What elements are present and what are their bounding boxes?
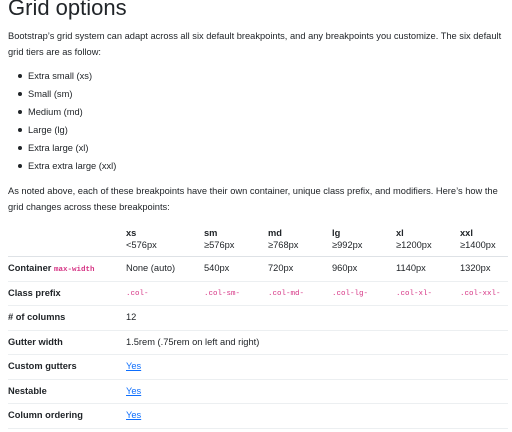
- list-item: Extra extra large (xxl): [18, 157, 508, 175]
- bullet-icon: [18, 146, 22, 150]
- list-item: Medium (md): [18, 103, 508, 121]
- list-item: Extra small (xs): [18, 67, 508, 85]
- list-item: Large (lg): [18, 121, 508, 139]
- max-width-code: max-width: [53, 265, 95, 274]
- table-cell: 540px: [204, 256, 268, 282]
- grid-tiers-list: Extra small (xs) Small (sm) Medium (md) …: [8, 67, 508, 175]
- table-cell: 1140px: [396, 256, 460, 282]
- table-row: # of columns 12: [8, 305, 508, 331]
- table-row: Column ordering Yes: [8, 403, 508, 429]
- header-xs: xs <576px: [126, 223, 204, 257]
- bullet-icon: [18, 110, 22, 114]
- nestable-link[interactable]: Yes: [126, 386, 141, 396]
- table-header-row: xs <576px sm ≥576px md ≥768px lg ≥992px xl ≥1…: [8, 223, 508, 257]
- page-title: Grid options: [8, 0, 127, 20]
- header-md: md ≥768px: [268, 223, 332, 257]
- grid-options-table: xs <576px sm ≥576px md ≥768px lg ≥992px xl ≥1…: [8, 223, 508, 429]
- bullet-icon: [18, 128, 22, 132]
- note-paragraph: As noted above, each of these breakpoint…: [8, 186, 498, 212]
- column-ordering-link[interactable]: Yes: [126, 410, 141, 420]
- header-sm: sm ≥576px: [204, 223, 268, 257]
- row-label-column-ordering: Column ordering: [8, 403, 126, 429]
- docs-page: Grid options Bootstrap’s grid system can…: [0, 0, 508, 429]
- table-row: Container max-width None (auto) 540px 72…: [8, 256, 508, 282]
- row-label-nestable: Nestable: [8, 379, 126, 404]
- table-cell: Yes: [126, 354, 508, 380]
- table-cell: .col-lg-: [332, 281, 396, 306]
- bullet-icon: [18, 164, 22, 168]
- row-label-custom-gutters: Custom gutters: [8, 354, 126, 380]
- list-item: Small (sm): [18, 85, 508, 103]
- header-lg: lg ≥992px: [332, 223, 396, 257]
- table-cell: 720px: [268, 256, 332, 282]
- table-cell: Yes: [126, 403, 508, 429]
- list-item: Extra large (xl): [18, 139, 508, 157]
- table-cell: 12: [126, 305, 508, 331]
- table-row: Class prefix .col- .col-sm- .col-md- .co…: [8, 281, 508, 306]
- header-empty: [8, 223, 126, 257]
- table-cell: .col-sm-: [204, 281, 268, 306]
- row-label-columns: # of columns: [8, 305, 126, 331]
- header-xl: xl ≥1200px: [396, 223, 460, 257]
- table-cell: 960px: [332, 256, 396, 282]
- table-cell: None (auto): [126, 256, 204, 282]
- table-cell: 1.5rem (.75rem on left and right): [126, 330, 508, 355]
- table-row: Custom gutters Yes: [8, 354, 508, 380]
- table-cell: .col-xl-: [396, 281, 460, 306]
- table-cell: .col-md-: [268, 281, 332, 306]
- table-row: Nestable Yes: [8, 379, 508, 404]
- bullet-icon: [18, 74, 22, 78]
- row-label-gutter-width: Gutter width: [8, 330, 126, 355]
- bullet-icon: [18, 92, 22, 96]
- row-label-container: Container max-width: [8, 256, 126, 282]
- custom-gutters-link[interactable]: Yes: [126, 361, 141, 371]
- intro-paragraph: Bootstrap’s grid system can adapt across…: [8, 31, 502, 57]
- header-xxl: xxl ≥1400px: [460, 223, 508, 257]
- table-row: Gutter width 1.5rem (.75rem on left and …: [8, 330, 508, 355]
- table-cell: Yes: [126, 379, 508, 404]
- table-cell: .col-xxl-: [460, 281, 508, 306]
- table-cell: 1320px: [460, 256, 508, 282]
- row-label-class-prefix: Class prefix: [8, 281, 126, 306]
- table-cell: .col-: [126, 281, 204, 306]
